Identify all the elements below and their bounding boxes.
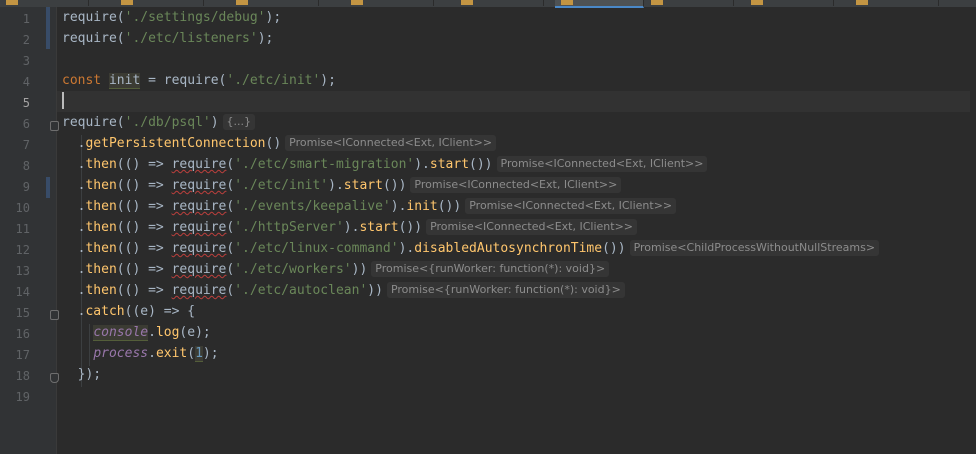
file-icon <box>856 0 868 5</box>
line-number: 9 <box>22 180 30 194</box>
text-caret <box>62 92 64 109</box>
line-number: 10 <box>15 201 30 215</box>
editor-tab-bar <box>0 0 976 8</box>
line-number: 15 <box>15 306 30 320</box>
line-number: 3 <box>22 54 30 68</box>
editor-tab[interactable] <box>115 0 204 6</box>
editor-tab[interactable] <box>455 0 544 6</box>
type-hint: Promise<{runWorker: function(*): void}> <box>371 261 610 277</box>
line-number: 18 <box>15 369 30 383</box>
file-icon <box>651 0 663 5</box>
line-number: 17 <box>15 348 30 362</box>
line-number: 2 <box>22 33 30 47</box>
code-line-9: .then(() => require('./etc/init').start(… <box>57 175 976 196</box>
code-line-1: require('./settings/debug'); <box>62 10 282 25</box>
file-icon <box>236 0 248 5</box>
line-number: 12 <box>15 243 30 257</box>
editor-tab[interactable] <box>645 0 734 6</box>
code-line-4: const init = require('./etc/init'); <box>62 73 336 89</box>
code-line-8: .then(() => require('./etc/smart-migrati… <box>57 154 976 175</box>
line-number: 14 <box>15 285 30 299</box>
vcs-change-marker[interactable] <box>46 177 50 198</box>
code-line-7: .getPersistentConnection() Promise<IConne… <box>57 133 976 154</box>
line-number-current: 5 <box>22 96 30 110</box>
type-hint: Promise<IConnected<Ext, IClient>> <box>465 198 677 214</box>
editor-tab[interactable] <box>0 0 89 6</box>
line-number: 7 <box>22 138 30 152</box>
code-line-18: }); <box>77 367 102 382</box>
vcs-change-marker[interactable] <box>46 7 50 49</box>
code-line-5-current <box>57 91 976 112</box>
code-line-11: .then(() => require('./httpServer').star… <box>57 217 976 238</box>
type-hint: Promise<{runWorker: function(*): void}> <box>386 282 625 298</box>
file-icon <box>461 0 473 5</box>
file-icon <box>121 0 133 5</box>
editor-tab[interactable] <box>850 0 939 6</box>
file-icon <box>351 0 363 5</box>
code-line-16: console.log(e); <box>93 325 211 341</box>
code-line-13: .then(() => require('./etc/workers')) Pro… <box>57 259 976 280</box>
file-icon <box>561 0 573 5</box>
code-line-6: require('./db/psql') {...} <box>57 112 976 133</box>
editor-tab[interactable] <box>745 0 834 6</box>
code-line-15: .catch((e) => { <box>77 304 196 319</box>
line-number: 8 <box>22 159 30 173</box>
editor-tab[interactable] <box>345 0 434 6</box>
file-icon <box>751 0 763 5</box>
file-icon <box>6 0 18 5</box>
code-line-17: process.exit(1); <box>93 346 219 362</box>
code-line-10: .then(() => require('./events/keepalive'… <box>57 196 976 217</box>
line-number: 1 <box>22 12 30 26</box>
type-hint: Promise<IConnected<Ext, IClient>> <box>285 135 497 151</box>
code-line-14: .then(() => require('./etc/autoclean')) P… <box>57 280 976 301</box>
type-hint: Promise<IConnected<Ext, IClient>> <box>426 219 637 235</box>
code-line-12: .then(() => require('./etc/linux-command… <box>57 238 976 259</box>
line-number: 11 <box>15 222 30 236</box>
line-number: 4 <box>22 75 30 89</box>
type-hint: Promise<ChildProcessWithoutNullStreams> <box>629 240 880 256</box>
line-number: 13 <box>15 264 30 278</box>
folded-region-hint[interactable]: {...} <box>222 114 256 130</box>
line-number-gutter[interactable]: 1 2 3 4 5 6 7 8 9 10 11 12 13 14 15 16 1… <box>0 7 59 454</box>
vertical-scrollbar[interactable] <box>970 7 976 454</box>
code-line-2: require('./etc/listeners'); <box>62 31 274 46</box>
type-hint: Promise<IConnected<Ext, IClient>> <box>410 177 622 193</box>
type-hint: Promise<IConnected<Ext, IClient>> <box>496 156 708 172</box>
editor-tab[interactable] <box>230 0 319 6</box>
line-number: 19 <box>15 390 30 404</box>
code-editor[interactable]: require('./settings/debug'); require('./… <box>57 7 976 454</box>
line-number: 6 <box>22 117 30 131</box>
line-number: 16 <box>15 327 30 341</box>
